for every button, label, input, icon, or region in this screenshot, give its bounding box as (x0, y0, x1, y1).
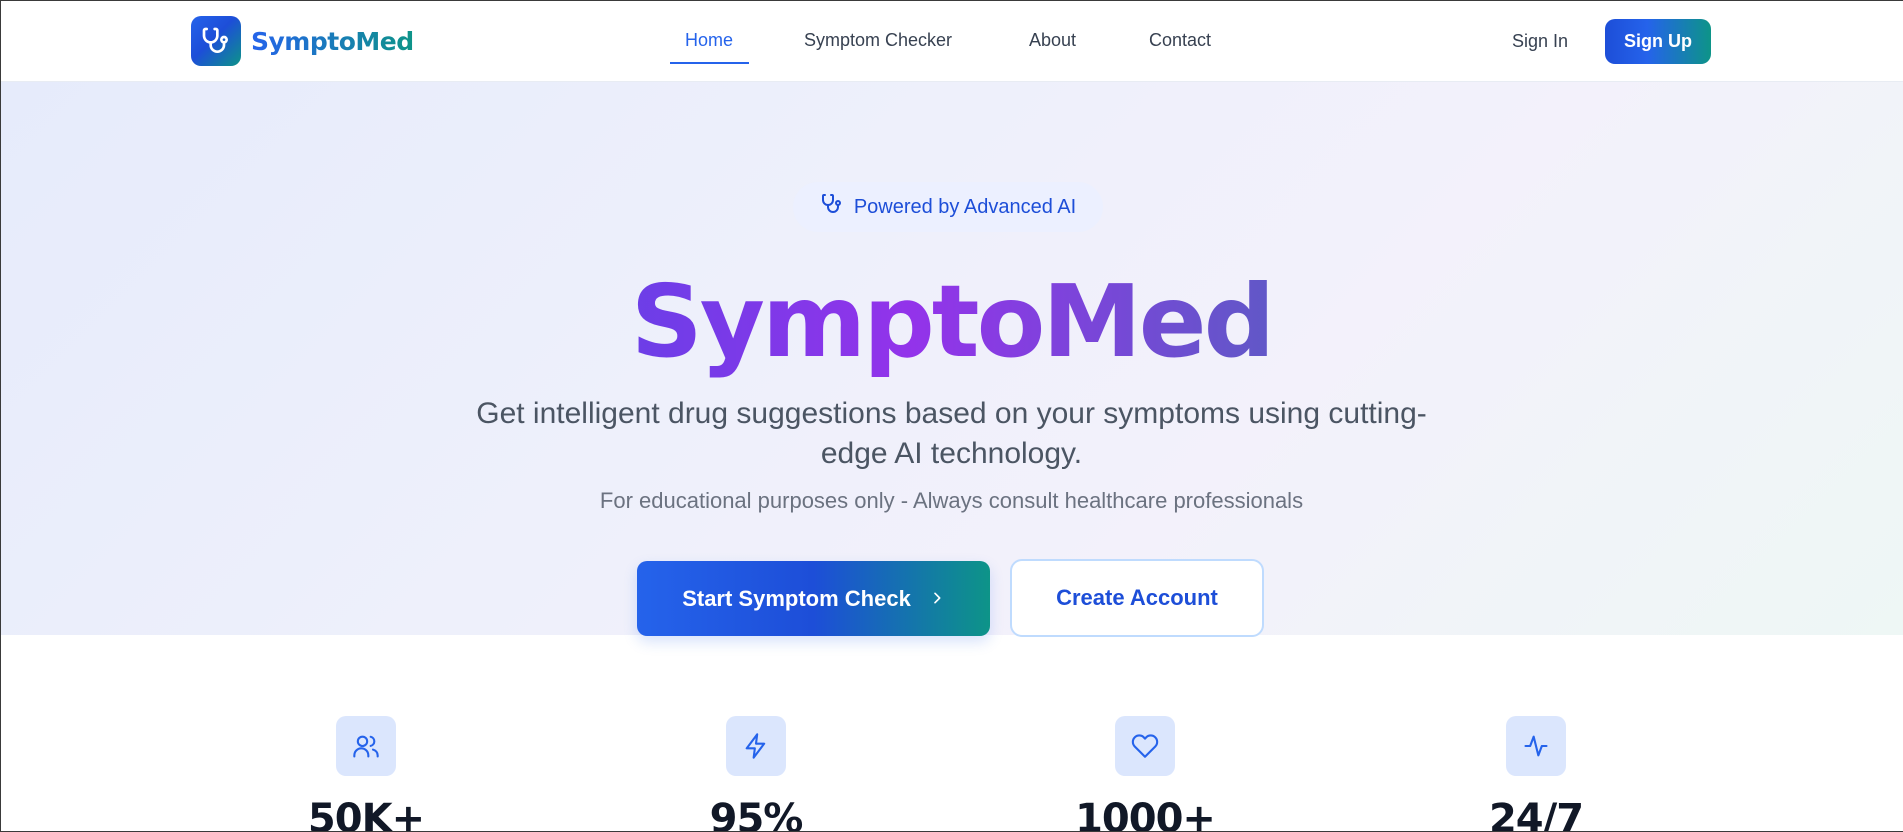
stat-value: 1000+ (1075, 796, 1216, 832)
stat-value: 95% (709, 796, 804, 832)
create-account-button[interactable]: Create Account (1010, 559, 1264, 637)
active-nav-indicator (670, 62, 749, 64)
nav-link-home[interactable]: Home (685, 30, 733, 51)
stat-drugs: 1000+ (1045, 716, 1245, 832)
stat-users: 50K+ (266, 716, 466, 832)
sign-up-button[interactable]: Sign Up (1605, 19, 1711, 64)
brand-name: SymptoMed (251, 26, 414, 56)
lightning-icon (726, 716, 786, 776)
stethoscope-icon (820, 192, 844, 222)
activity-icon (1506, 716, 1566, 776)
hero-subtitle: Get intelligent drug suggestions based o… (476, 397, 1427, 470)
nav-link-symptom-checker[interactable]: Symptom Checker (804, 30, 952, 51)
chevron-right-icon (929, 586, 945, 612)
start-symptom-check-label: Start Symptom Check (682, 585, 911, 611)
stat-availability: 24/7 (1436, 716, 1636, 832)
disclaimer-note: For educational purposes only - Always c… (599, 488, 1304, 513)
top-navbar: SymptoMed Home Symptom Checker About Con… (0, 0, 1903, 82)
stat-accuracy: 95% (656, 716, 856, 832)
start-symptom-check-button[interactable]: Start Symptom Check (637, 561, 990, 636)
brand[interactable]: SymptoMed (191, 16, 414, 66)
heart-icon (1115, 716, 1175, 776)
hero-title: SymptoMed (0, 262, 1903, 382)
users-icon (336, 716, 396, 776)
stethoscope-icon (191, 16, 241, 66)
nav-link-contact[interactable]: Contact (1149, 30, 1211, 51)
hero-title-part-1: Sympto (630, 263, 1043, 380)
hero-title-part-2: Med (1042, 263, 1273, 380)
nav-link-about[interactable]: About (1029, 30, 1076, 51)
badge-text: Powered by Advanced AI (853, 195, 1077, 218)
powered-by-badge: Powered by Advanced AI (793, 182, 1103, 232)
hero-section: Powered by Advanced AI SymptoMed Get int… (0, 82, 1903, 637)
sign-in-link[interactable]: Sign In (1512, 31, 1568, 52)
stat-value: 50K+ (307, 796, 425, 832)
stat-value: 24/7 (1488, 796, 1584, 832)
